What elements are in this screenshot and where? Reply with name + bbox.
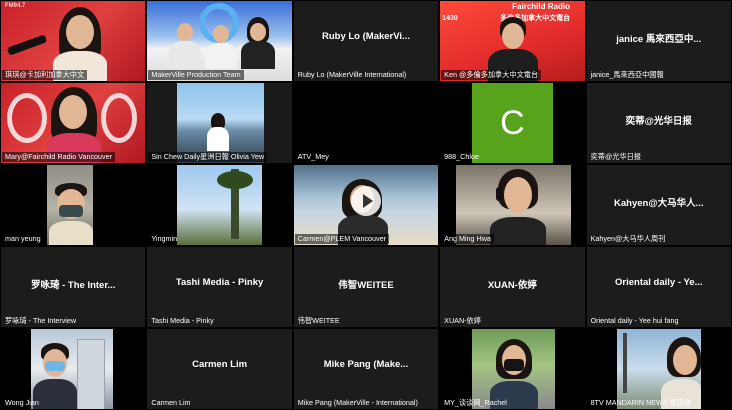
participant-tile[interactable]: 奕蒂@光华日报 奕蒂@光华日报	[585, 82, 732, 164]
participant-name: 奕蒂@光华日报	[590, 152, 641, 161]
participant-name: 罗咏琦 - The Interview	[5, 316, 77, 325]
participant-tile[interactable]: FM94.7 琪琪@卡加利加拿大中文	[0, 0, 147, 82]
participant-video	[1, 83, 146, 163]
microphone-icon	[6, 34, 48, 56]
participant-name: Mike Pang (MakerVille - International)	[297, 398, 418, 407]
participant-tile[interactable]: 罗咏琦 - The Inter... 罗咏琦 - The Interview	[0, 246, 147, 328]
participant-name: Sin Chew Daily星洲日報 Olivia Yew	[148, 152, 268, 162]
participant-tile[interactable]: ATV_Mey	[292, 82, 440, 164]
participant-center-name: XUAN-依婷	[487, 280, 537, 291]
participant-video: 1430 Fairchild Radio 多倫多加拿大中文電台	[440, 1, 585, 81]
participant-name: 8TV MANDARIN NEWS 张琼亦	[590, 398, 692, 407]
station-name: Fairchild Radio	[512, 2, 570, 11]
participant-tile[interactable]: Yingmin	[146, 164, 293, 246]
participant-name: MY_谈谈网_Rachel	[444, 398, 507, 407]
participant-tile[interactable]: Oriental daily - Ye... Oriental daily - …	[585, 246, 732, 328]
participant-video	[177, 83, 264, 163]
headset-icon	[496, 187, 503, 201]
participant-tile[interactable]: Carmen Lim Carmen Lim	[146, 328, 293, 410]
participant-center-name: Carmen Lim	[192, 359, 248, 370]
participant-tile[interactable]: Ruby Lo (MakerVi... Ruby Lo (MakerVille …	[292, 0, 440, 82]
participant-tile[interactable]: Mary@Fairchild Radio Vancouver	[0, 82, 147, 164]
participant-tile[interactable]: XUAN-依婷 XUAN-依婷	[439, 246, 586, 328]
participant-tile[interactable]: Wong Jian	[0, 328, 147, 410]
participant-video	[293, 165, 439, 245]
participant-name: Oriental daily - Yee hui fang	[590, 316, 679, 325]
participant-tile[interactable]: 8TV MANDARIN NEWS 张琼亦	[585, 328, 732, 410]
participant-video	[456, 165, 571, 245]
avatar: C	[500, 103, 525, 142]
participant-center-name: Kahyen@大马华人...	[614, 198, 704, 209]
participant-center-name: 伟智WEITEE	[338, 280, 394, 291]
participant-tile[interactable]: Sin Chew Daily星洲日報 Olivia Yew	[146, 82, 293, 164]
participant-name: MakerVille Production Team	[148, 70, 244, 80]
participant-tile[interactable]: Tashi Media - Pinky Tashi Media - Pinky	[146, 246, 293, 328]
mask-icon	[504, 359, 525, 371]
participant-name: XUAN-依婷	[444, 316, 481, 325]
participant-video	[616, 329, 701, 409]
participant-tile[interactable]: Kahyen@大马华人... Kahyen@大马华人周刊	[585, 164, 732, 246]
participant-center-name: Mike Pang (Make...	[323, 359, 409, 370]
participant-name: Carmen@PLEM Vancouver	[294, 234, 390, 244]
participant-video	[472, 329, 555, 409]
participant-name: ATV_Mey	[297, 152, 329, 161]
participant-tile[interactable]: janice 馬來西亞中... janice_馬來西亞中國報	[585, 0, 732, 82]
participant-name: Yingmin	[151, 234, 178, 243]
participant-center-name: Tashi Media - Pinky	[175, 277, 264, 288]
play-icon[interactable]	[350, 186, 381, 216]
participant-center-name: 奕蒂@光华日报	[625, 116, 692, 127]
participant-tile[interactable]: Mike Pang (Make... Mike Pang (MakerVille…	[292, 328, 440, 410]
video-gallery-grid: FM94.7 琪琪@卡加利加拿大中文 MakerVille Production…	[0, 0, 732, 410]
participant-video	[177, 165, 262, 245]
participant-name: 伟智WEITEE	[297, 316, 340, 325]
participant-center-name: 罗咏琦 - The Inter...	[30, 280, 116, 291]
station-number: 1430	[442, 15, 458, 22]
participant-tile[interactable]: 伟智WEITEE 伟智WEITEE	[292, 246, 440, 328]
participant-tile[interactable]: 1430 Fairchild Radio 多倫多加拿大中文電台 Ken @多倫多…	[439, 0, 586, 82]
participant-center-name: janice 馬來西亞中...	[616, 34, 702, 45]
participant-tile[interactable]: Carmen@PLEM Vancouver	[292, 164, 440, 246]
participant-video: C	[472, 83, 553, 163]
participant-name: Mary@Fairchild Radio Vancouver	[2, 152, 116, 162]
participant-name: Wong Jian	[5, 398, 39, 407]
participant-name: Ang Ming Hwa	[441, 234, 494, 244]
participant-name: man yeung	[5, 234, 41, 243]
participant-name: Kahyen@大马华人周刊	[590, 234, 666, 243]
participant-name: Ruby Lo (MakerVille International)	[297, 70, 407, 79]
participant-video	[31, 329, 114, 409]
participant-tile[interactable]: Ang Ming Hwa	[439, 164, 586, 246]
participant-name: Ken @多倫多加拿大中文電台	[441, 70, 542, 80]
participant-name: Carmen Lim	[151, 398, 191, 407]
participant-name: janice_馬來西亞中國報	[590, 70, 664, 79]
participant-name: 988_Chloe	[444, 152, 479, 161]
participant-tile[interactable]: C 988_Chloe	[439, 82, 586, 164]
participant-video	[47, 165, 94, 245]
participant-tile[interactable]: MakerVille Production Team	[146, 0, 293, 82]
participant-tile[interactable]: man yeung	[0, 164, 147, 246]
participant-center-name: Ruby Lo (MakerVi...	[321, 31, 410, 42]
participant-tile[interactable]: MY_谈谈网_Rachel	[439, 328, 586, 410]
participant-name: 琪琪@卡加利加拿大中文	[2, 70, 88, 80]
participant-name: Tashi Media - Pinky	[151, 316, 214, 325]
participant-video	[147, 1, 292, 81]
participant-video: FM94.7	[1, 1, 146, 81]
participant-center-name: Oriental daily - Ye...	[615, 277, 703, 288]
